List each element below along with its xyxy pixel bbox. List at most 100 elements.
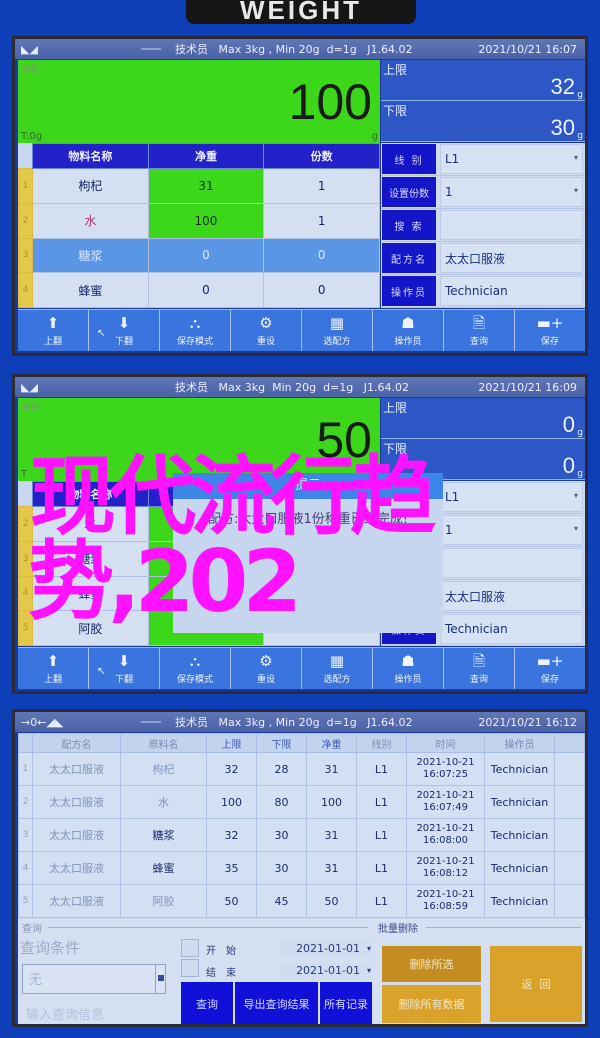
stable-icon: ◣◢: [21, 381, 38, 394]
save-mode-button[interactable]: ⛬ 保存模式: [160, 648, 231, 689]
material-cell: 阿胶: [120, 884, 207, 918]
material-table: 物料名称 净重 份数 1 枸杞 31 1 2 水 100 1 3 糖浆 0 0: [18, 143, 380, 308]
count-value: 1: [445, 523, 453, 537]
column-header-material[interactable]: 原料名: [120, 733, 207, 753]
status-info: 技术员 Max 3kg , Min 20g d=1g J1.64.02: [175, 714, 412, 730]
query-button[interactable]: 🗎 查询: [444, 648, 515, 689]
weight-label: 净重: [21, 403, 40, 413]
material-name: 枸杞: [32, 168, 149, 204]
table-row[interactable]: 2 太太口服液 水 100 80 100 L1 2021-10-21 16:07:…: [18, 785, 585, 819]
query-button[interactable]: 🗎 查询: [444, 310, 515, 351]
button-label: 下翻: [114, 674, 133, 685]
index-header: [18, 481, 33, 507]
printer-plus-icon: ▬+: [536, 313, 564, 332]
end-date-checkbox[interactable]: [181, 959, 199, 977]
operator-field[interactable]: Technician: [440, 276, 583, 306]
recipe-field[interactable]: 太太口服液: [440, 243, 583, 273]
start-date-checkbox[interactable]: [181, 939, 199, 957]
delete-all-button[interactable]: 删除所有数据: [382, 985, 481, 1023]
table-row[interactable]: 4 蜂蜜 0 0: [18, 272, 380, 308]
column-header-operator[interactable]: 操作员: [484, 733, 555, 753]
operator-button[interactable]: ☗ 操作员: [373, 310, 444, 351]
search-input[interactable]: [440, 548, 583, 578]
net-weight: 0: [147, 237, 265, 274]
query-input-placeholder[interactable]: 输入查询信息: [26, 1004, 104, 1023]
dropdown-button[interactable]: [155, 965, 165, 993]
condition-select[interactable]: 无: [22, 964, 166, 994]
save-button[interactable]: ▬+ 保存: [515, 310, 585, 351]
bottom-toolbar: ⬆ 上翻 ↖ ⬇ 下翻 ⛬ 保存模式 ⚙ 重设 ▦ 选配方 ☗ 操作员 🗎 查询 ▬+ 保存: [18, 309, 585, 351]
column-header-recipe[interactable]: 配方名: [32, 733, 121, 753]
line-select[interactable]: L1 ▾: [440, 144, 583, 174]
operator-field[interactable]: Technician: [440, 614, 583, 644]
net-cell: 50: [306, 884, 357, 918]
line-value: L1: [445, 152, 460, 166]
table-row-selected[interactable]: 3 糖浆 0 0: [18, 237, 380, 274]
row-index: 1: [18, 168, 33, 204]
upper-limit-label: 上限: [383, 63, 408, 77]
save-mode-button[interactable]: ⛬ 保存模式: [160, 310, 231, 351]
cursor-icon: ↖: [97, 328, 106, 339]
all-records-button[interactable]: 所有记录: [320, 982, 372, 1024]
line-select[interactable]: L1 ▾: [440, 482, 583, 512]
weighing-screen-2: ◣◢ 技术员 Max 3kg Min 20g d=1g J1.64.02 202…: [12, 374, 588, 694]
cursor-icon: ↖: [97, 666, 106, 677]
weight-display: 净重 50 T: [18, 398, 380, 481]
button-label: 上翻: [43, 674, 62, 685]
completion-dialog[interactable]: 提示 配方:太太口服液1份称重已经完成!: [173, 473, 443, 633]
column-header-material: 物料名称: [32, 481, 149, 507]
index-header: [18, 143, 33, 169]
table-row[interactable]: 4 太太口服液 蜂蜜 35 30 31 L1 2021-10-21 16:08:1…: [18, 851, 585, 885]
column-header-time[interactable]: 时间: [406, 733, 485, 753]
line-cell: L1: [356, 851, 407, 885]
material-name: 蜂蜜: [32, 575, 149, 612]
reset-button[interactable]: ⚙ 重设: [231, 648, 302, 689]
line-row: 线 别 L1 ▾: [381, 143, 585, 176]
export-results-button[interactable]: 导出查询结果: [235, 982, 318, 1024]
operator-button[interactable]: ☗ 操作员: [373, 648, 444, 689]
start-date-value: 2021-01-01: [296, 942, 360, 955]
table-row[interactable]: 1 枸杞 31 1: [18, 168, 380, 204]
search-doc-icon: 🗎: [472, 313, 486, 332]
query-submit-button[interactable]: 查询: [181, 982, 233, 1024]
net-cell: 100: [306, 785, 357, 819]
table-row[interactable]: 5 太太口服液 阿胶 50 45 50 L1 2021-10-21 16:08:5…: [18, 884, 585, 918]
page-down-button[interactable]: ↖ ⬇ 下翻: [89, 310, 160, 351]
column-header-upper[interactable]: 上限: [206, 733, 257, 753]
lower-limit-value: 0: [562, 453, 575, 478]
table-row[interactable]: 2 水 100 1: [18, 202, 380, 239]
delete-selected-button[interactable]: 删除所选: [382, 946, 481, 982]
page-up-button[interactable]: ⬆ 上翻: [18, 648, 89, 689]
column-header-line[interactable]: 线别: [356, 733, 407, 753]
material-name: 蜂蜜: [32, 272, 149, 308]
start-date-picker[interactable]: 2021-01-01 ▾: [280, 941, 372, 957]
net-weight: 0: [147, 272, 265, 308]
net-weight: 100: [147, 202, 265, 239]
recipe-field[interactable]: 太太口服液: [440, 581, 583, 611]
end-date-picker[interactable]: 2021-01-01 ▾: [280, 963, 372, 979]
query-group-title: 查询: [22, 924, 42, 935]
save-button[interactable]: ▬+ 保存: [515, 648, 585, 689]
dialog-title: 提示: [173, 473, 443, 499]
search-input[interactable]: [440, 210, 583, 240]
count-select[interactable]: 1 ▾: [440, 177, 583, 207]
upper-limit-unit: g: [577, 428, 583, 438]
page-down-button[interactable]: ↖ ⬇ 下翻: [89, 648, 160, 689]
column-header-lower[interactable]: 下限: [256, 733, 307, 753]
table-row[interactable]: 1 太太口服液 枸杞 32 28 31 L1 2021-10-21 16:07:2…: [18, 752, 585, 786]
net-cell: 31: [306, 752, 357, 786]
select-recipe-button[interactable]: ▦ 选配方: [302, 648, 373, 689]
select-recipe-button[interactable]: ▦ 选配方: [302, 310, 373, 351]
back-button[interactable]: 返 回: [490, 946, 582, 1022]
status-bar: ◣◢ 技术员 Max 3kg Min 20g d=1g J1.64.02 202…: [15, 377, 585, 397]
status-datetime: 2021/10/21 16:12: [478, 715, 577, 729]
lower-cell: 80: [256, 785, 307, 819]
row-index: 4: [18, 575, 33, 612]
count-select[interactable]: 1 ▾: [440, 515, 583, 545]
reset-button[interactable]: ⚙ 重设: [231, 310, 302, 351]
column-header-net[interactable]: 净重: [306, 733, 357, 753]
dialog-message: 配方:太太口服液1份称重已经完成!: [173, 499, 443, 633]
row-index: 2: [18, 506, 33, 542]
table-row[interactable]: 3 太太口服液 糖浆 32 30 31 L1 2021-10-21 16:08:0…: [18, 818, 585, 852]
page-up-button[interactable]: ⬆ 上翻: [18, 310, 89, 351]
